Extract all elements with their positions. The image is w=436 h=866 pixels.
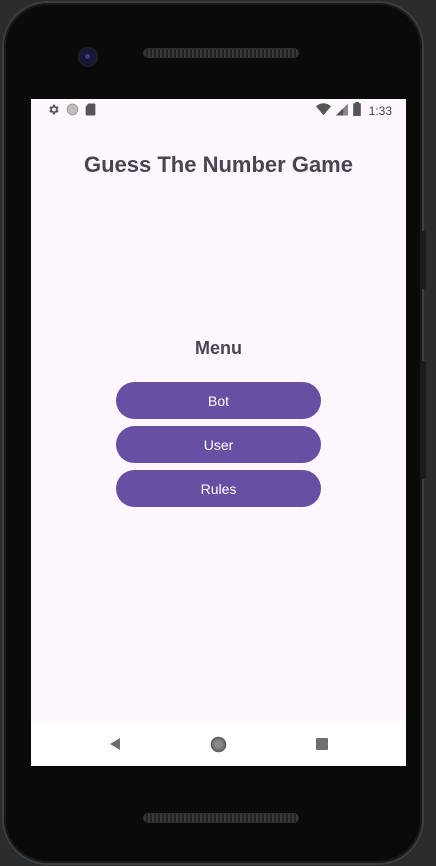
status-right-icons: 1:33 [315,102,392,119]
earpiece-speaker [144,49,298,57]
home-icon[interactable] [206,732,230,756]
signal-icon [335,103,348,119]
page-title: Guess The Number Game [84,152,353,177]
back-icon[interactable] [103,732,127,756]
system-nav-bar [31,722,406,766]
status-bar: 1:33 [31,99,406,121]
volume-button[interactable] [421,361,426,479]
sd-card-icon [85,103,96,119]
status-left-icons [47,103,96,119]
status-time: 1:33 [368,103,392,118]
app-screen: 1:33 Guess The Number Game Menu Bot User… [31,99,406,766]
menu-heading: Menu [195,338,242,358]
bottom-speaker [144,814,298,822]
user-button[interactable]: User [116,426,321,463]
wifi-icon [315,102,331,119]
gear-icon [47,103,60,119]
circle-icon [66,103,79,119]
rules-button[interactable]: Rules [116,470,321,507]
recents-icon[interactable] [310,732,334,756]
bot-button[interactable]: Bot [116,382,321,419]
front-camera [80,49,96,65]
battery-icon [352,102,361,119]
power-button[interactable] [421,231,426,289]
